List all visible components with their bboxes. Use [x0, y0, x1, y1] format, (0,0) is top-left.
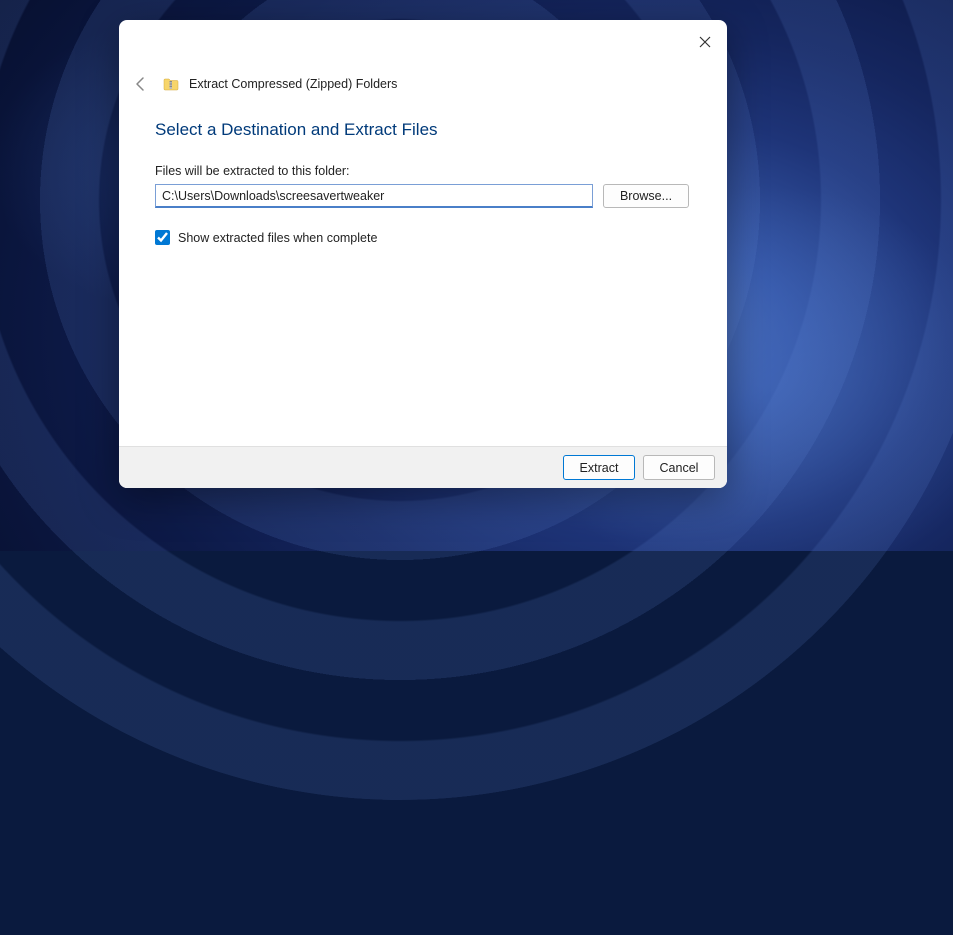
path-label: Files will be extracted to this folder: — [155, 164, 691, 178]
path-row: Browse... — [155, 184, 691, 208]
arrow-left-icon — [133, 76, 149, 92]
page-heading: Select a Destination and Extract Files — [155, 120, 691, 140]
dialog-header: Extract Compressed (Zipped) Folders — [129, 72, 397, 96]
close-icon — [699, 36, 711, 48]
back-button[interactable] — [129, 72, 153, 96]
dialog-title: Extract Compressed (Zipped) Folders — [189, 77, 397, 91]
checkbox-label: Show extracted files when complete — [178, 231, 377, 245]
destination-path-input[interactable] — [155, 184, 593, 208]
extract-button[interactable]: Extract — [563, 455, 635, 480]
show-files-row: Show extracted files when complete — [155, 230, 691, 245]
extract-dialog: Extract Compressed (Zipped) Folders Sele… — [119, 20, 727, 488]
cancel-button[interactable]: Cancel — [643, 455, 715, 480]
dialog-footer: Extract Cancel — [119, 446, 727, 488]
dialog-body: Select a Destination and Extract Files F… — [155, 120, 691, 428]
close-button[interactable] — [691, 28, 719, 56]
show-extracted-checkbox[interactable] — [155, 230, 170, 245]
browse-button[interactable]: Browse... — [603, 184, 689, 208]
zipped-folder-icon — [163, 77, 179, 91]
